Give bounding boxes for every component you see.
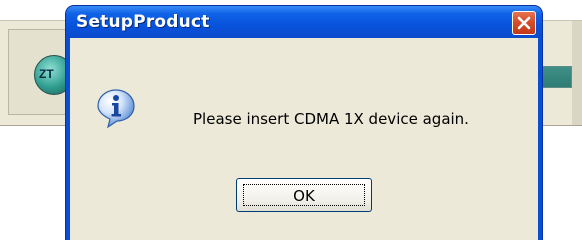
dialog-message: Please insert CDMA 1X device again. (193, 110, 469, 128)
app-logo-text: ZT (39, 67, 54, 81)
close-icon (517, 16, 531, 30)
close-button[interactable] (512, 11, 536, 35)
dialog-title: SetupProduct (76, 12, 210, 32)
dialog-body: Please insert CDMA 1X device again. OK (70, 38, 538, 240)
ok-button-label: OK (293, 187, 315, 205)
setup-dialog: SetupProduct Please insert CDMA 1X devic… (66, 6, 542, 240)
ok-button[interactable]: OK (236, 178, 372, 212)
background-window-edge (572, 21, 582, 125)
info-icon (97, 89, 135, 128)
dialog-titlebar[interactable]: SetupProduct (66, 6, 542, 38)
